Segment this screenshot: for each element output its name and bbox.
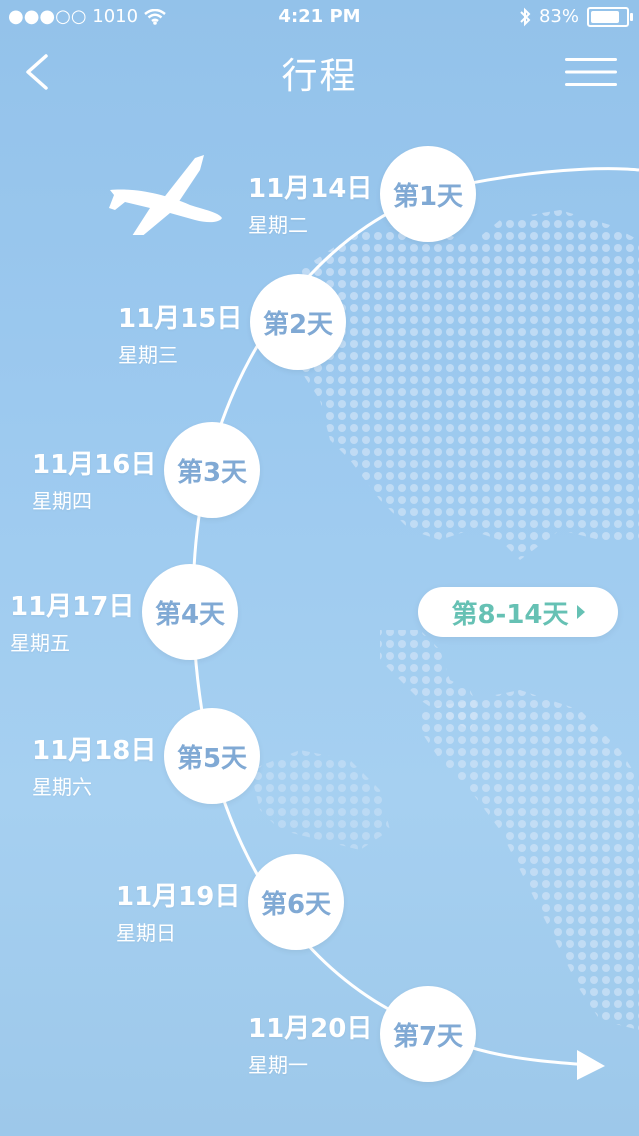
battery-icon [587, 6, 633, 27]
airplane-icon [100, 150, 230, 235]
next-week-button[interactable]: 第8-14天 [418, 587, 618, 637]
nav-bar: 行程 [0, 36, 639, 110]
day4-button[interactable]: 第4天 [142, 564, 238, 660]
day7-button[interactable]: 第7天 [380, 986, 476, 1082]
day4-label: 11月17日 星期五 [10, 586, 134, 656]
day1-weekday: 星期二 [248, 213, 308, 237]
itinerary-map: 11月14日 星期二 第1天 11月15日 星期三 第2天 11月16日 星期四… [0, 110, 639, 1136]
day4-weekday: 星期五 [10, 631, 70, 655]
day6-button[interactable]: 第6天 [248, 854, 344, 950]
menu-button[interactable] [565, 52, 617, 92]
day7-date: 11月20日 [248, 1014, 373, 1044]
day3-button[interactable]: 第3天 [164, 422, 260, 518]
day3-date: 11月16日 [32, 450, 157, 480]
caret-right-icon [576, 605, 585, 619]
hamburger-icon [565, 58, 617, 86]
day2-weekday: 星期三 [118, 343, 178, 367]
day1-label: 11月14日 星期二 [248, 168, 372, 238]
page-title: 行程 [281, 56, 358, 97]
back-button[interactable] [20, 52, 54, 92]
bluetooth-icon [519, 7, 531, 27]
day6-weekday: 星期日 [116, 921, 176, 945]
battery-fill [591, 10, 619, 23]
next-week-label: 第8-14天 [451, 599, 569, 630]
day5-label: 11月18日 星期六 [32, 730, 156, 800]
day1-date: 11月14日 [248, 174, 373, 204]
day3-weekday: 星期四 [32, 489, 92, 513]
day1-button[interactable]: 第1天 [380, 146, 476, 242]
day5-weekday: 星期六 [32, 775, 92, 799]
day6-date: 11月19日 [116, 882, 241, 912]
day4-date: 11月17日 [10, 592, 135, 622]
battery-percent: 83% [538, 6, 579, 27]
day7-weekday: 星期一 [248, 1053, 308, 1077]
status-right: 83% [519, 6, 633, 27]
day5-button[interactable]: 第5天 [164, 708, 260, 804]
day5-date: 11月18日 [32, 736, 157, 766]
day7-label: 11月20日 星期一 [248, 1008, 372, 1078]
day6-label: 11月19日 星期日 [116, 876, 240, 946]
day2-label: 11月15日 星期三 [118, 298, 242, 368]
route-arrowhead [577, 1050, 605, 1080]
day2-button[interactable]: 第2天 [250, 274, 346, 370]
chevron-left-icon [26, 54, 48, 90]
status-bar: ●●●○○ 1010 4:21 PM 83% [0, 0, 639, 36]
day2-date: 11月15日 [118, 304, 243, 334]
day3-label: 11月16日 星期四 [32, 444, 156, 514]
